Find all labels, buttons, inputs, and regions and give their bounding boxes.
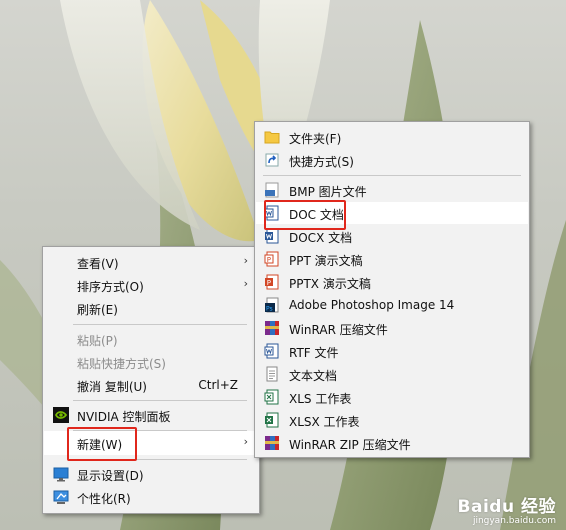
winrar-zip-icon — [265, 436, 279, 450]
menu-item-label: 显示设置(D) — [77, 469, 144, 483]
menu-item-personalize[interactable]: 个性化(R) — [44, 486, 258, 508]
menu-separator — [263, 175, 521, 176]
menu-item-label: 粘贴快捷方式(S) — [77, 357, 166, 371]
winrar-icon — [265, 321, 279, 335]
personalize-icon — [53, 490, 69, 504]
menu-item-paste[interactable]: 粘贴(P) — [44, 328, 258, 350]
submenu-item-doc[interactable]: DOC 文档 — [256, 202, 528, 224]
menu-item-paste-shortcut[interactable]: 粘贴快捷方式(S) — [44, 351, 258, 373]
menu-item-display-settings[interactable]: 显示设置(D) — [44, 463, 258, 485]
xls-icon — [264, 389, 279, 405]
menu-separator — [73, 324, 247, 325]
submenu-item-winrar[interactable]: WinRAR 压缩文件 — [256, 317, 528, 339]
ppt-icon: P — [264, 251, 279, 267]
submenu-item-bmp[interactable]: BMP 图片文件 — [256, 179, 528, 201]
menu-item-undo-copy[interactable]: 撤消 复制(U) Ctrl+Z — [44, 374, 258, 396]
submenu-item-xlsx[interactable]: XLSX 工作表 — [256, 409, 528, 431]
submenu-item-label: 文本文档 — [289, 369, 338, 383]
submenu-item-rtf[interactable]: RTF 文件 — [256, 340, 528, 362]
baidu-jingyan-watermark: Baidu 经验 jingyan.baidu.com — [458, 492, 556, 526]
chevron-right-icon: › — [243, 277, 248, 290]
bmp-icon — [265, 182, 279, 198]
watermark-url: jingyan.baidu.com — [472, 516, 556, 526]
menu-item-label: NVIDIA 控制面板 — [77, 410, 171, 424]
word-docx-icon — [265, 228, 279, 244]
menu-item-label: 撤消 复制(U) — [77, 380, 147, 394]
submenu-item-xls[interactable]: XLS 工作表 — [256, 386, 528, 408]
menu-item-label: 排序方式(O) — [77, 280, 144, 294]
shortcut-icon — [265, 153, 279, 167]
submenu-item-label: XLS 工作表 — [289, 392, 352, 406]
menu-item-label: 刷新(E) — [77, 303, 118, 317]
chevron-right-icon: › — [243, 435, 248, 448]
submenu-item-photoshop[interactable]: Ps Adobe Photoshop Image 14 — [256, 294, 528, 316]
menu-item-label: 个性化(R) — [77, 492, 131, 506]
new-submenu: 文件夹(F) 快捷方式(S) BMP 图片文件 DOC 文档 DOCX 文档 P… — [254, 121, 530, 458]
nvidia-icon — [53, 407, 69, 423]
menu-item-label: 粘贴(P) — [77, 334, 118, 348]
svg-text:P: P — [267, 256, 271, 264]
submenu-item-shortcut[interactable]: 快捷方式(S) — [256, 149, 528, 171]
menu-item-nvidia-control-panel[interactable]: NVIDIA 控制面板 — [44, 404, 258, 426]
submenu-item-folder[interactable]: 文件夹(F) — [256, 126, 528, 148]
menu-item-shortcut: Ctrl+Z — [198, 378, 238, 392]
submenu-item-label: PPTX 演示文稿 — [289, 277, 371, 291]
submenu-item-label: BMP 图片文件 — [289, 185, 367, 199]
submenu-item-label: DOC 文档 — [289, 208, 344, 222]
submenu-item-label: RTF 文件 — [289, 346, 339, 360]
menu-item-label: 新建(W) — [77, 438, 123, 452]
submenu-item-label: 文件夹(F) — [289, 132, 342, 146]
menu-item-sort-by[interactable]: 排序方式(O) › — [44, 274, 258, 296]
submenu-item-label: WinRAR 压缩文件 — [289, 323, 388, 337]
folder-icon — [264, 131, 280, 144]
menu-item-view[interactable]: 查看(V) › — [44, 251, 258, 273]
menu-separator — [73, 400, 247, 401]
photoshop-icon: Ps — [265, 297, 279, 313]
desktop-context-menu: 查看(V) › 排序方式(O) › 刷新(E) 粘贴(P) 粘贴快捷方式(S) … — [42, 246, 260, 514]
submenu-item-label: 快捷方式(S) — [289, 155, 354, 169]
submenu-item-pptx[interactable]: P PPTX 演示文稿 — [256, 271, 528, 293]
submenu-item-ppt[interactable]: P PPT 演示文稿 — [256, 248, 528, 270]
rtf-icon — [264, 343, 279, 359]
pptx-icon: P — [265, 274, 279, 290]
svg-text:P: P — [267, 279, 271, 287]
chevron-right-icon: › — [243, 254, 248, 267]
submenu-item-text-document[interactable]: 文本文档 — [256, 363, 528, 385]
submenu-item-label: DOCX 文档 — [289, 231, 353, 245]
text-doc-icon — [266, 366, 278, 382]
menu-item-label: 查看(V) — [77, 257, 119, 271]
submenu-item-winrar-zip[interactable]: WinRAR ZIP 压缩文件 — [256, 432, 528, 454]
svg-text:Ps: Ps — [266, 306, 273, 313]
menu-separator — [73, 459, 247, 460]
xlsx-icon — [265, 412, 279, 428]
watermark-brand: Baidu 经验 — [457, 497, 556, 517]
submenu-item-label: WinRAR ZIP 压缩文件 — [289, 438, 411, 452]
submenu-item-docx[interactable]: DOCX 文档 — [256, 225, 528, 247]
display-icon — [53, 467, 69, 482]
menu-item-new[interactable]: 新建(W) › — [44, 431, 258, 455]
word-doc-icon — [264, 205, 279, 221]
submenu-item-label: XLSX 工作表 — [289, 415, 360, 429]
menu-item-refresh[interactable]: 刷新(E) — [44, 297, 258, 319]
submenu-item-label: PPT 演示文稿 — [289, 254, 363, 268]
submenu-item-label: Adobe Photoshop Image 14 — [289, 298, 455, 312]
